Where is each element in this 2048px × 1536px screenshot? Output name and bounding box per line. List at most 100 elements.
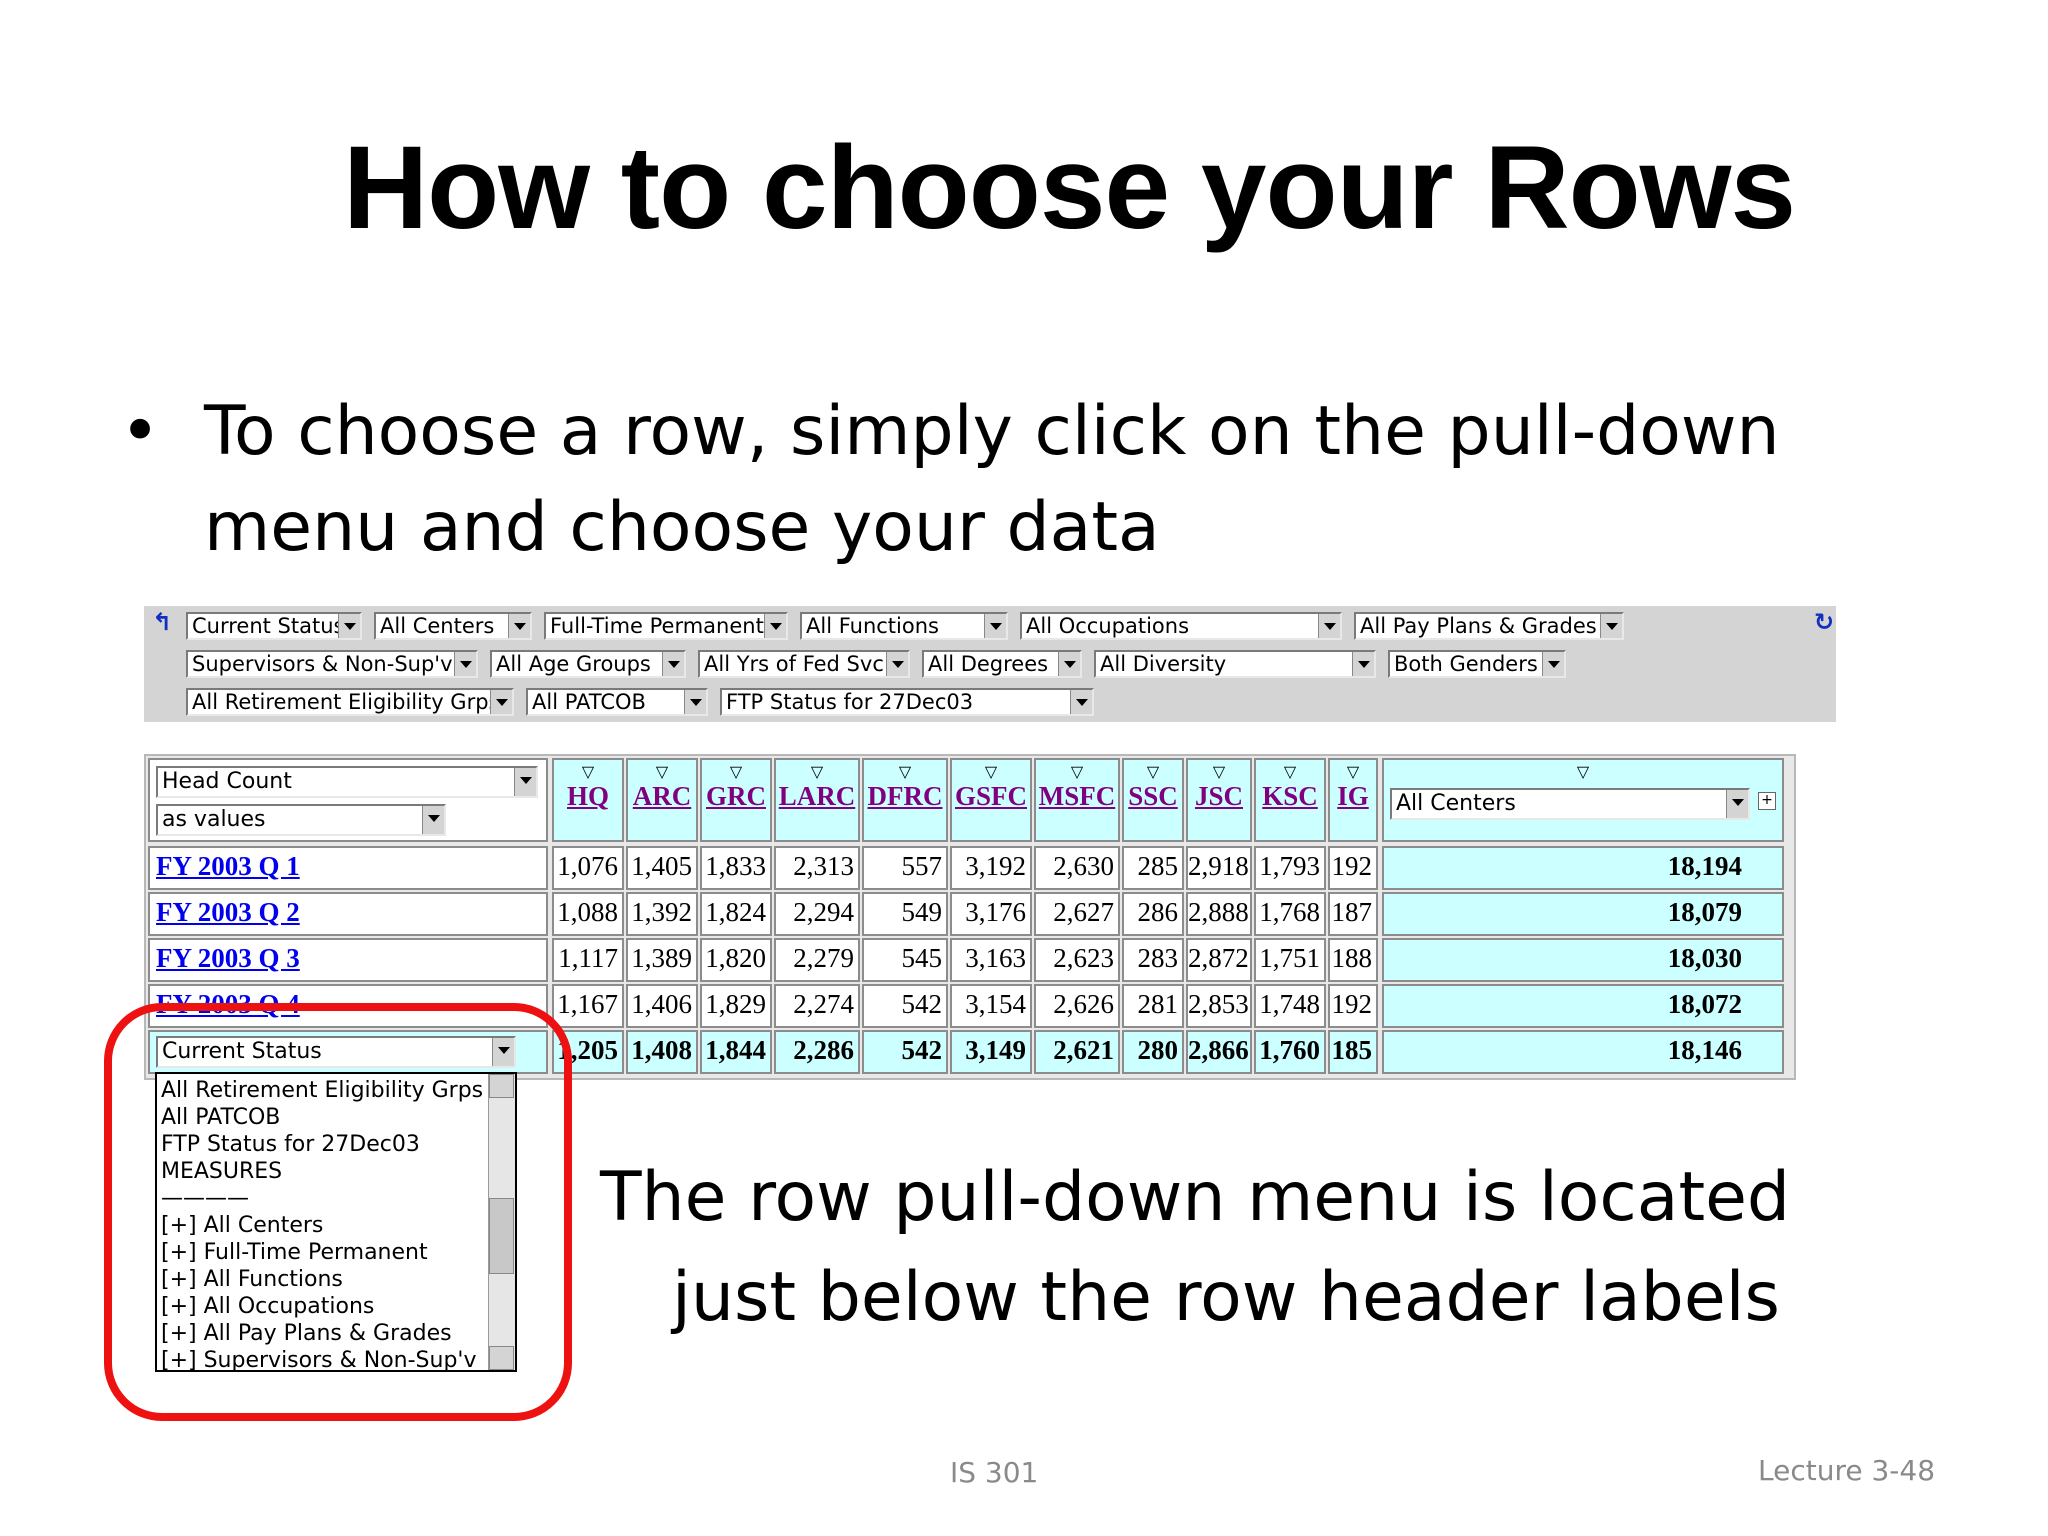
row-total-cell: 18,079 — [1382, 892, 1784, 936]
plus-icon[interactable]: + — [1758, 792, 1776, 810]
table-cell: 1,748 — [1254, 984, 1326, 1028]
table-cell: 285 — [1122, 846, 1184, 890]
table-cell: 286 — [1122, 892, 1184, 936]
table-cell: 2,626 — [1034, 984, 1120, 1028]
summary-cell: 2,286 — [774, 1030, 860, 1074]
column-header-ksc[interactable]: ▽ KSC — [1254, 758, 1326, 842]
sort-triangle-icon[interactable]: ▽ — [1188, 764, 1250, 782]
column-header-gsfc[interactable]: ▽ GSFC — [950, 758, 1032, 842]
column-link[interactable]: LARC — [776, 782, 858, 810]
column-link[interactable]: IG — [1330, 782, 1376, 810]
footer-slide-number: Lecture 3-48 — [1758, 1454, 1936, 1487]
table-cell: 2,623 — [1034, 938, 1120, 982]
patcob-select[interactable]: All PATCOB — [526, 688, 708, 716]
column-link[interactable]: HQ — [554, 782, 622, 810]
highlight-circle — [104, 1003, 572, 1421]
row-label-link[interactable]: FY 2003 Q 1 — [148, 846, 548, 890]
row-total-cell: 18,072 — [1382, 984, 1784, 1028]
column-header-larc[interactable]: ▽ LARC — [774, 758, 860, 842]
column-link[interactable]: DFRC — [864, 782, 946, 810]
genders-select[interactable]: Both Genders — [1388, 650, 1566, 678]
degrees-select[interactable]: All Degrees — [922, 650, 1082, 678]
table-corner: Head Count as values — [148, 758, 548, 842]
chevron-down-icon — [490, 690, 512, 714]
chevron-down-icon — [764, 614, 786, 638]
table-cell: 1,088 — [552, 892, 624, 936]
bullet-dot: • — [120, 392, 161, 471]
chevron-down-icon — [508, 614, 530, 638]
back-arrow-icon[interactable]: ↰ — [152, 608, 172, 636]
column-header-jsc[interactable]: ▽ JSC — [1186, 758, 1252, 842]
column-header-arc[interactable]: ▽ ARC — [626, 758, 698, 842]
table-cell: 3,176 — [950, 892, 1032, 936]
measure-select[interactable]: Head Count — [156, 766, 538, 798]
row-label-link[interactable]: FY 2003 Q 2 — [148, 892, 548, 936]
column-header-msfc[interactable]: ▽ MSFC — [1034, 758, 1120, 842]
summary-cell: 542 — [862, 1030, 948, 1074]
summary-cell: 185 — [1328, 1030, 1378, 1074]
column-header-ssc[interactable]: ▽ SSC — [1122, 758, 1184, 842]
table-cell: 3,154 — [950, 984, 1032, 1028]
table-cell: 557 — [862, 846, 948, 890]
column-header-grc[interactable]: ▽ GRC — [700, 758, 772, 842]
sort-triangle-icon[interactable]: ▽ — [1330, 764, 1376, 782]
table-cell: 2,853 — [1186, 984, 1252, 1028]
row-label-link[interactable]: FY 2003 Q 3 — [148, 938, 548, 982]
sort-triangle-icon[interactable]: ▽ — [702, 764, 770, 782]
row-total-cell: 18,030 — [1382, 938, 1784, 982]
years-service-select[interactable]: All Yrs of Fed Svc — [698, 650, 910, 678]
summary-cell: 2,621 — [1034, 1030, 1120, 1074]
table-cell: 1,406 — [626, 984, 698, 1028]
retirement-select[interactable]: All Retirement Eligibility Grps — [186, 688, 514, 716]
functions-select[interactable]: All Functions — [800, 612, 1008, 640]
sort-triangle-icon[interactable]: ▽ — [776, 764, 858, 782]
sort-triangle-icon[interactable]: ▽ — [1256, 764, 1324, 782]
row-total-cell: 18,194 — [1382, 846, 1784, 890]
table-cell: 542 — [862, 984, 948, 1028]
sort-triangle-icon[interactable]: ▽ — [628, 764, 696, 782]
column-link[interactable]: JSC — [1188, 782, 1250, 810]
chevron-down-icon — [984, 614, 1006, 638]
column-link[interactable]: KSC — [1256, 782, 1324, 810]
table-cell: 3,163 — [950, 938, 1032, 982]
caption-line-2: just below the row header labels — [672, 1258, 1780, 1337]
column-link[interactable]: MSFC — [1036, 782, 1118, 810]
centers-select[interactable]: All Centers — [374, 612, 532, 640]
column-link[interactable]: GRC — [702, 782, 770, 810]
summary-cell: 1,408 — [626, 1030, 698, 1074]
occupations-select[interactable]: All Occupations — [1020, 612, 1342, 640]
table-cell: 187 — [1328, 892, 1378, 936]
column-link[interactable]: ARC — [628, 782, 696, 810]
table-cell: 1,389 — [626, 938, 698, 982]
table-cell: 549 — [862, 892, 948, 936]
total-centers-select[interactable]: All Centers — [1390, 788, 1750, 820]
sort-triangle-icon[interactable]: ▽ — [952, 764, 1030, 782]
column-link[interactable]: GSFC — [952, 782, 1030, 810]
supervisors-select[interactable]: Supervisors & Non-Sup'v — [186, 650, 478, 678]
employment-select[interactable]: Full-Time Permanent — [544, 612, 788, 640]
sort-triangle-icon[interactable]: ▽ — [1124, 764, 1182, 782]
column-header-hq[interactable]: ▽ HQ — [552, 758, 624, 842]
table-cell: 2,294 — [774, 892, 860, 936]
sort-triangle-icon[interactable]: ▽ — [864, 764, 946, 782]
summary-cell: 1,760 — [1254, 1030, 1326, 1074]
refresh-icon[interactable]: ↻ — [1814, 608, 1834, 636]
sort-triangle-icon[interactable]: ▽ — [554, 764, 622, 782]
column-link[interactable]: SSC — [1124, 782, 1182, 810]
display-mode-select[interactable]: as values — [156, 804, 446, 836]
sort-triangle-icon[interactable]: ▽ — [1036, 764, 1118, 782]
ftp-status-select[interactable]: FTP Status for 27Dec03 — [720, 688, 1094, 716]
column-header-dfrc[interactable]: ▽ DFRC — [862, 758, 948, 842]
status-select[interactable]: Current Status — [186, 612, 362, 640]
table-cell: 2,313 — [774, 846, 860, 890]
age-groups-select[interactable]: All Age Groups — [490, 650, 686, 678]
summary-total-cell: 18,146 — [1382, 1030, 1784, 1074]
summary-cell: 1,844 — [700, 1030, 772, 1074]
sort-triangle-icon[interactable]: ▽ — [1384, 764, 1782, 782]
column-header-ig[interactable]: ▽ IG — [1328, 758, 1378, 842]
diversity-select[interactable]: All Diversity — [1094, 650, 1376, 678]
table-cell: 1,392 — [626, 892, 698, 936]
pay-plans-select[interactable]: All Pay Plans & Grades — [1354, 612, 1624, 640]
table-cell: 3,192 — [950, 846, 1032, 890]
table-cell: 2,888 — [1186, 892, 1252, 936]
